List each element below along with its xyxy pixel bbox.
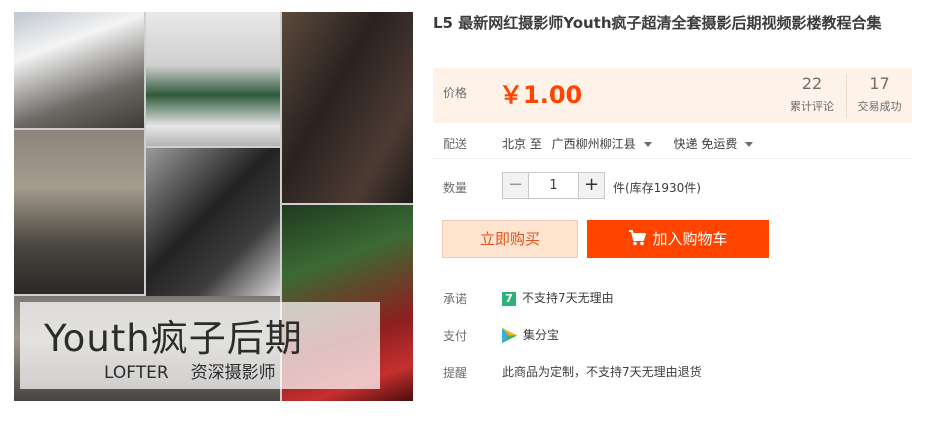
reminder-text: 此商品为定制，不支持7天无理由退货 bbox=[502, 365, 702, 379]
product-title: L5 最新网红摄影师Youth疯子超清全套摄影后期视频影楼教程合集 bbox=[433, 14, 882, 32]
price-label: 价格 bbox=[443, 86, 468, 100]
reviews-count: 22 bbox=[801, 74, 823, 93]
add-to-cart-button[interactable]: 加入购物车 bbox=[587, 220, 769, 258]
buy-now-button[interactable]: 立即购买 bbox=[442, 220, 578, 258]
quantity-stepper: − 1 + bbox=[502, 172, 605, 199]
collage-photo-2 bbox=[146, 12, 280, 146]
quantity-label: 数量 bbox=[443, 181, 468, 195]
payment-text: 集分宝 bbox=[523, 328, 560, 342]
reminder-label: 提醒 bbox=[443, 366, 468, 380]
add-to-cart-label: 加入购物车 bbox=[652, 230, 728, 248]
delivery-label: 配送 bbox=[443, 137, 468, 151]
shopping-cart-icon bbox=[629, 230, 647, 246]
quantity-input[interactable]: 1 bbox=[529, 172, 578, 199]
collage-photo-4 bbox=[14, 130, 144, 294]
promise-text: 不支持7天无理由 bbox=[522, 291, 614, 305]
banner-title: Youth疯子后期 bbox=[44, 317, 303, 360]
stock-text: 件(库存1930件) bbox=[613, 181, 701, 195]
payment-row: 集分宝 bbox=[502, 326, 559, 343]
promise-label: 承诺 bbox=[443, 292, 468, 306]
chevron-down-icon bbox=[643, 142, 652, 147]
payment-label: 支付 bbox=[443, 329, 468, 343]
price-value: ￥1.00 bbox=[499, 81, 583, 109]
quantity-increase-button[interactable]: + bbox=[578, 172, 605, 199]
collage-photo-3 bbox=[282, 12, 413, 203]
destination-label: 广西柳州柳江县 bbox=[551, 137, 636, 151]
jifenbao-icon bbox=[502, 328, 517, 343]
sales-label: 交易成功 bbox=[857, 100, 902, 113]
sales-count: 17 bbox=[869, 74, 890, 93]
seven-day-badge-icon: 7 bbox=[502, 291, 516, 306]
divider bbox=[433, 158, 912, 159]
reviews-stat[interactable]: 22 累计评论 bbox=[779, 74, 845, 114]
reviews-label: 累计评论 bbox=[790, 100, 834, 113]
delivery-row: 北京 至 广西柳州柳江县 快递 免运费 bbox=[502, 135, 754, 152]
promise-row: 7 不支持7天无理由 bbox=[502, 289, 614, 306]
chevron-down-icon bbox=[745, 142, 754, 147]
collage-photo-5 bbox=[146, 148, 280, 296]
shipping-select[interactable]: 快递 免运费 bbox=[674, 137, 754, 151]
collage-photo-1 bbox=[14, 12, 144, 128]
banner-subtitle: LOFTER 资深摄影师 bbox=[104, 358, 276, 383]
quantity-decrease-button[interactable]: − bbox=[502, 172, 529, 199]
banner-tagline: 资深摄影师 bbox=[190, 363, 276, 383]
sales-stat: 17 交易成功 bbox=[846, 74, 912, 118]
price-panel: 价格 ￥1.00 22 累计评论 17 交易成功 bbox=[433, 68, 912, 123]
delivery-origin: 北京 至 bbox=[502, 137, 542, 151]
shipping-label: 快递 免运费 bbox=[673, 137, 738, 151]
banner-brand: LOFTER bbox=[104, 363, 169, 383]
destination-select[interactable]: 广西柳州柳江县 bbox=[552, 137, 652, 151]
